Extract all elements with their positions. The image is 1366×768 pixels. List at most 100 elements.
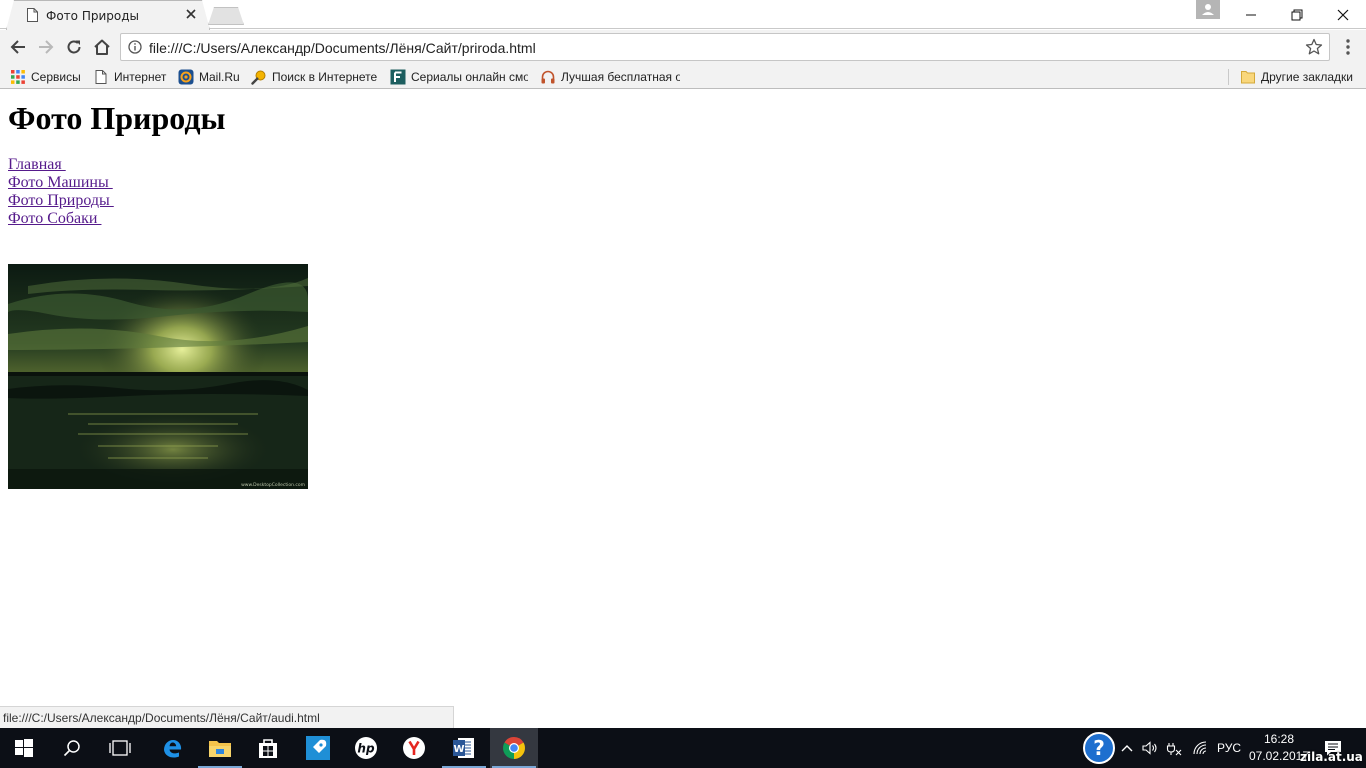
- minimize-button[interactable]: [1228, 0, 1274, 29]
- address-bar[interactable]: file:///C:/Users/Александр/Documents/Лён…: [120, 33, 1330, 61]
- chevron-up-icon: [1121, 745, 1133, 752]
- reload-icon: [67, 40, 81, 54]
- taskbar-yandex[interactable]: [390, 728, 438, 768]
- bookmark-serials[interactable]: Сериалы онлайн смотреть: [390, 67, 528, 86]
- site-nav: Главная Фото Машины Фото Природы Фото Со…: [8, 156, 114, 228]
- home-button[interactable]: [91, 36, 113, 58]
- bookmark-mailru[interactable]: Mail.Ru: [178, 67, 240, 86]
- bookmark-label: Интернет: [114, 69, 167, 84]
- wifi-icon: [1193, 741, 1207, 755]
- apps-grid-icon: [11, 69, 25, 84]
- windows-start-icon: [15, 739, 33, 757]
- page-title: Фото Природы: [8, 100, 226, 136]
- yandex-icon: [403, 737, 425, 759]
- star-icon[interactable]: [1305, 38, 1323, 56]
- start-button[interactable]: [0, 728, 48, 768]
- home-icon: [94, 39, 110, 55]
- power-plug-icon: [1166, 743, 1182, 756]
- clock-time: 16:28: [1263, 732, 1295, 746]
- nav-link-cars[interactable]: Фото Машины: [8, 174, 114, 192]
- close-icon: [186, 9, 196, 19]
- bookmarks-separator: [1228, 69, 1229, 85]
- taskbar-word[interactable]: W: [440, 728, 488, 768]
- user-icon: [1202, 4, 1214, 15]
- file-explorer-icon: [209, 741, 231, 757]
- taskbar-rocket-app[interactable]: [294, 728, 342, 768]
- bookmark-online[interactable]: Лучшая бесплатная онлайн: [540, 67, 680, 86]
- task-view-button[interactable]: [96, 728, 144, 768]
- bookmark-label: Mail.Ru: [199, 69, 240, 84]
- bookmark-internet[interactable]: Интернет: [93, 67, 166, 86]
- f-logo-icon: [390, 69, 406, 84]
- site-watermark: zila.at.ua: [1300, 750, 1363, 764]
- bookmark-label: Сервисы: [31, 69, 81, 84]
- back-button[interactable]: [7, 36, 29, 58]
- chrome-icon: [503, 737, 525, 759]
- svg-text:hp: hp: [357, 742, 375, 756]
- task-view-icon: [109, 740, 131, 756]
- photo-caption: www.DesktopCollection.com: [241, 482, 305, 488]
- store-icon: [259, 739, 277, 758]
- headphones-icon: [541, 70, 555, 83]
- browser-menu-button[interactable]: [1338, 36, 1358, 58]
- mailru-icon: [178, 69, 194, 84]
- nav-link-home[interactable]: Главная: [8, 156, 114, 174]
- tray-network[interactable]: [1188, 728, 1212, 768]
- profile-button[interactable]: [1196, 0, 1220, 19]
- bookmark-services[interactable]: Сервисы: [10, 67, 81, 86]
- tray-language[interactable]: РУС: [1212, 728, 1246, 768]
- other-bookmarks-label: Другие закладки: [1261, 69, 1353, 84]
- minimize-icon: [1246, 14, 1256, 15]
- status-bar-url: file:///C:/Users/Александр/Documents/Лён…: [0, 706, 454, 728]
- tray-show-hidden[interactable]: [1118, 728, 1136, 768]
- bookmark-label: Поиск в Интернете: [272, 69, 378, 84]
- restore-button[interactable]: [1274, 0, 1320, 29]
- taskbar-store[interactable]: [244, 728, 292, 768]
- word-icon: W: [453, 738, 474, 758]
- tray-help[interactable]: ?: [1082, 728, 1116, 768]
- back-arrow-icon: [10, 40, 25, 54]
- close-icon: [1337, 9, 1349, 20]
- tab-close-button[interactable]: [183, 7, 199, 23]
- bookmark-search[interactable]: Поиск в Интернете: [251, 67, 377, 86]
- tab-title: Фото Природы: [46, 9, 139, 23]
- taskbar-chrome[interactable]: [490, 728, 538, 768]
- kebab-menu-icon: [1346, 39, 1350, 55]
- close-window-button[interactable]: [1320, 0, 1366, 29]
- windows-taskbar: hp W ? РУС 16:28 07.02.2017: [0, 728, 1366, 768]
- svg-text:W: W: [453, 744, 464, 755]
- bookmarks-bar: Сервисы Интернет Mail.Ru Поиск в Интерне…: [0, 64, 1366, 89]
- info-icon[interactable]: [128, 40, 142, 54]
- browser-tab[interactable]: Фото Природы: [6, 0, 210, 30]
- forward-arrow-icon: [39, 40, 54, 54]
- help-icon: ?: [1083, 732, 1115, 764]
- nav-link-nature[interactable]: Фото Природы: [8, 192, 114, 210]
- url-text[interactable]: file:///C:/Users/Александр/Documents/Лён…: [149, 40, 536, 56]
- speaker-icon: [1142, 741, 1157, 755]
- search-icon: [63, 740, 80, 757]
- tab-strip: Фото Природы: [0, 0, 1366, 30]
- rocket-app-icon: [306, 736, 330, 760]
- hp-icon: hp: [355, 737, 377, 759]
- page-icon: [27, 8, 38, 22]
- sunset-over-sea-photo: www.DesktopCollection.com: [8, 264, 308, 489]
- page-viewport: Фото Природы Главная Фото Машины Фото Пр…: [0, 90, 1366, 728]
- bookmark-label: Сериалы онлайн смотреть: [411, 69, 528, 84]
- svg-text:?: ?: [1093, 736, 1105, 760]
- new-tab-button[interactable]: [208, 7, 244, 25]
- edge-icon: [164, 739, 182, 758]
- tray-volume[interactable]: [1138, 728, 1162, 768]
- reload-button[interactable]: [63, 36, 85, 58]
- other-bookmarks-folder[interactable]: Другие закладки: [1240, 67, 1353, 86]
- taskbar-file-explorer[interactable]: [196, 728, 244, 768]
- forward-button[interactable]: [35, 36, 57, 58]
- search-icon: [251, 70, 266, 85]
- restore-icon: [1291, 9, 1303, 20]
- tray-power[interactable]: [1162, 728, 1186, 768]
- page-icon: [95, 69, 107, 84]
- nav-link-dogs[interactable]: Фото Собаки: [8, 210, 114, 228]
- folder-icon: [1241, 70, 1255, 83]
- taskbar-edge[interactable]: [148, 728, 196, 768]
- taskbar-search-button[interactable]: [48, 728, 96, 768]
- taskbar-hp[interactable]: hp: [342, 728, 390, 768]
